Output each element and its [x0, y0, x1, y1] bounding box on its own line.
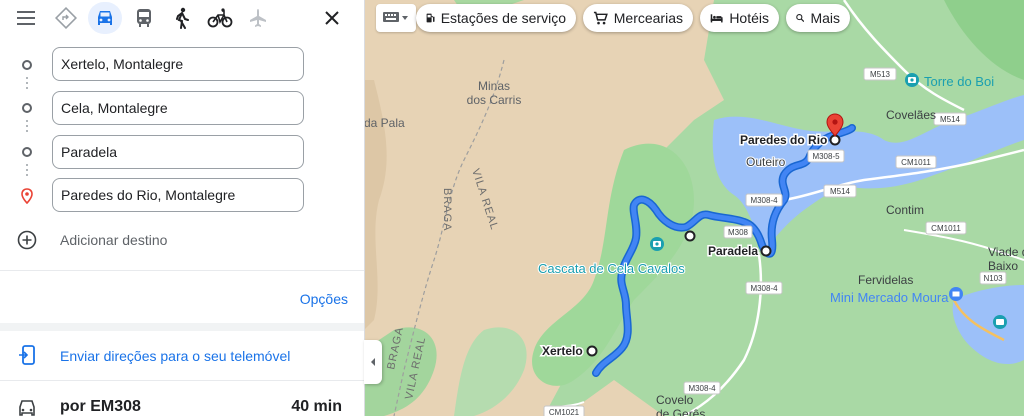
collapse-panel-button[interactable] [364, 340, 382, 384]
waypoint-input-paradela[interactable] [52, 135, 304, 169]
origin-input[interactable] [52, 47, 304, 81]
car-icon[interactable] [88, 2, 122, 34]
walk-icon[interactable] [170, 6, 194, 30]
road-label: M308 [728, 228, 749, 237]
poi-label[interactable]: Cascata de Cela Cavalos [537, 260, 686, 277]
search-icon [796, 14, 805, 23]
menu-icon[interactable] [14, 6, 38, 30]
place-label: Outeiro [746, 155, 786, 169]
road-label: M514 [830, 187, 851, 196]
place-label: Viade de [988, 245, 1024, 259]
place-label: Fervidelas [858, 273, 913, 287]
car-icon [16, 398, 38, 416]
close-icon[interactable] [320, 6, 344, 30]
poi-label[interactable]: Torre do Boi [924, 74, 994, 89]
waypoint-icon [22, 147, 32, 157]
directions-panel: Adicionar destino Opções Enviar direções… [0, 0, 365, 416]
road-label: M514 [940, 115, 961, 124]
keyboard-shortcuts-button[interactable] [376, 4, 416, 32]
destination-input[interactable] [52, 178, 304, 212]
divider [0, 380, 364, 381]
road-shield-m308-4: M308-4 [745, 193, 783, 207]
road-shield-cm1011: CM1011 [895, 155, 937, 169]
gas-station-icon [426, 13, 435, 23]
place-label: de Gerês [656, 407, 705, 416]
place-label-paredes-do-rio[interactable]: Paredes do Rio [739, 132, 829, 149]
torre-do-boi-poi-icon[interactable] [905, 73, 919, 87]
cart-icon [593, 11, 608, 25]
best-route-icon[interactable] [54, 6, 78, 30]
road-label: M308-4 [750, 284, 778, 293]
road-shield-m308-5: M308-5 [807, 149, 845, 163]
road-label: CM1021 [549, 408, 580, 416]
chip-hotels[interactable]: Hotéis [700, 4, 779, 32]
road-shield-m308-4: M308-4 [745, 281, 783, 295]
connector-dots-icon [26, 77, 28, 92]
district-label: BRAGA [441, 188, 453, 232]
waypoint-marker-paradela[interactable] [760, 245, 772, 257]
road-shield-cm1021: CM1021 [543, 405, 585, 416]
add-destination-button[interactable]: Adicionar destino [60, 232, 167, 248]
place-label: da Pala [364, 116, 405, 130]
connector-dots-icon [26, 164, 28, 179]
waterfall-poi-icon[interactable] [650, 237, 664, 251]
place-label-xertelo[interactable]: Xertelo [541, 343, 585, 360]
place-label: Contim [886, 203, 924, 217]
add-destination-icon[interactable] [16, 229, 38, 251]
waypoint-marker-paredes[interactable] [829, 134, 841, 146]
road-shield-m514: M514 [933, 112, 967, 126]
place-label: Covelo [656, 393, 694, 407]
waypoint-icon [22, 103, 32, 113]
options-link[interactable]: Opções [300, 291, 348, 307]
shop-poi-icon[interactable] [949, 287, 963, 301]
place-label-paradela[interactable]: Paradela [707, 243, 760, 260]
road-label: M308-5 [812, 152, 840, 161]
place-label: Baixo [988, 259, 1018, 273]
road-label: CM1011 [901, 158, 931, 167]
chip-label: Mercearias [613, 10, 683, 26]
bicycle-icon[interactable] [206, 6, 234, 30]
road-label: M513 [870, 70, 891, 79]
bed-icon [710, 14, 723, 23]
waypoint-input-cela[interactable] [52, 91, 304, 125]
road-shield-m308: M308 [723, 225, 753, 239]
map-svg[interactable]: M513 M514 CM1011 M308-5 M514 M308-4 CM10… [364, 0, 1024, 416]
flight-icon[interactable] [246, 6, 270, 30]
road-label: M308-4 [750, 196, 778, 205]
waypoint-marker-cela[interactable] [684, 230, 696, 242]
poi-label[interactable]: Mini Mercado Moura [830, 290, 949, 305]
chip-label: Estações de serviço [440, 10, 566, 26]
waypoint-marker-xertelo[interactable] [586, 345, 598, 357]
chip-groceries[interactable]: Mercearias [583, 4, 693, 32]
waypoint-start-icon [22, 60, 32, 70]
road-label: N103 [983, 274, 1003, 283]
road-shield-cm1011: CM1011 [925, 221, 967, 235]
chip-label: Hotéis [729, 10, 769, 26]
keyboard-icon [383, 12, 408, 22]
place-label: dos Carris [467, 93, 522, 107]
divider [0, 323, 364, 331]
send-directions-link[interactable]: Enviar direções para o seu telemóvel [60, 348, 290, 364]
divider [0, 270, 364, 271]
place-label: Covelães [886, 108, 936, 122]
destination-pin-icon [20, 187, 34, 205]
poi-icon[interactable] [993, 315, 1007, 329]
map-canvas[interactable]: M513 M514 CM1011 M308-5 M514 M308-4 CM10… [364, 0, 1024, 416]
chip-gas-stations[interactable]: Estações de serviço [416, 4, 576, 32]
chevron-left-icon [371, 358, 375, 366]
travel-mode-bar [0, 0, 364, 36]
transit-icon[interactable] [132, 6, 156, 30]
chip-label: Mais [810, 10, 840, 26]
route-duration: 40 min [291, 398, 342, 415]
route-summary-via[interactable]: por EM308 [60, 398, 141, 416]
place-label: Minas [478, 79, 510, 93]
chip-more[interactable]: Mais [786, 4, 850, 32]
road-shield-m513: M513 [863, 67, 897, 81]
road-shield-m514: M514 [823, 184, 857, 198]
road-shield-n103: N103 [979, 271, 1007, 285]
road-label: CM1011 [931, 224, 961, 233]
road-label: M308-4 [688, 384, 716, 393]
send-to-phone-icon[interactable] [16, 344, 38, 366]
connector-dots-icon [26, 120, 28, 135]
